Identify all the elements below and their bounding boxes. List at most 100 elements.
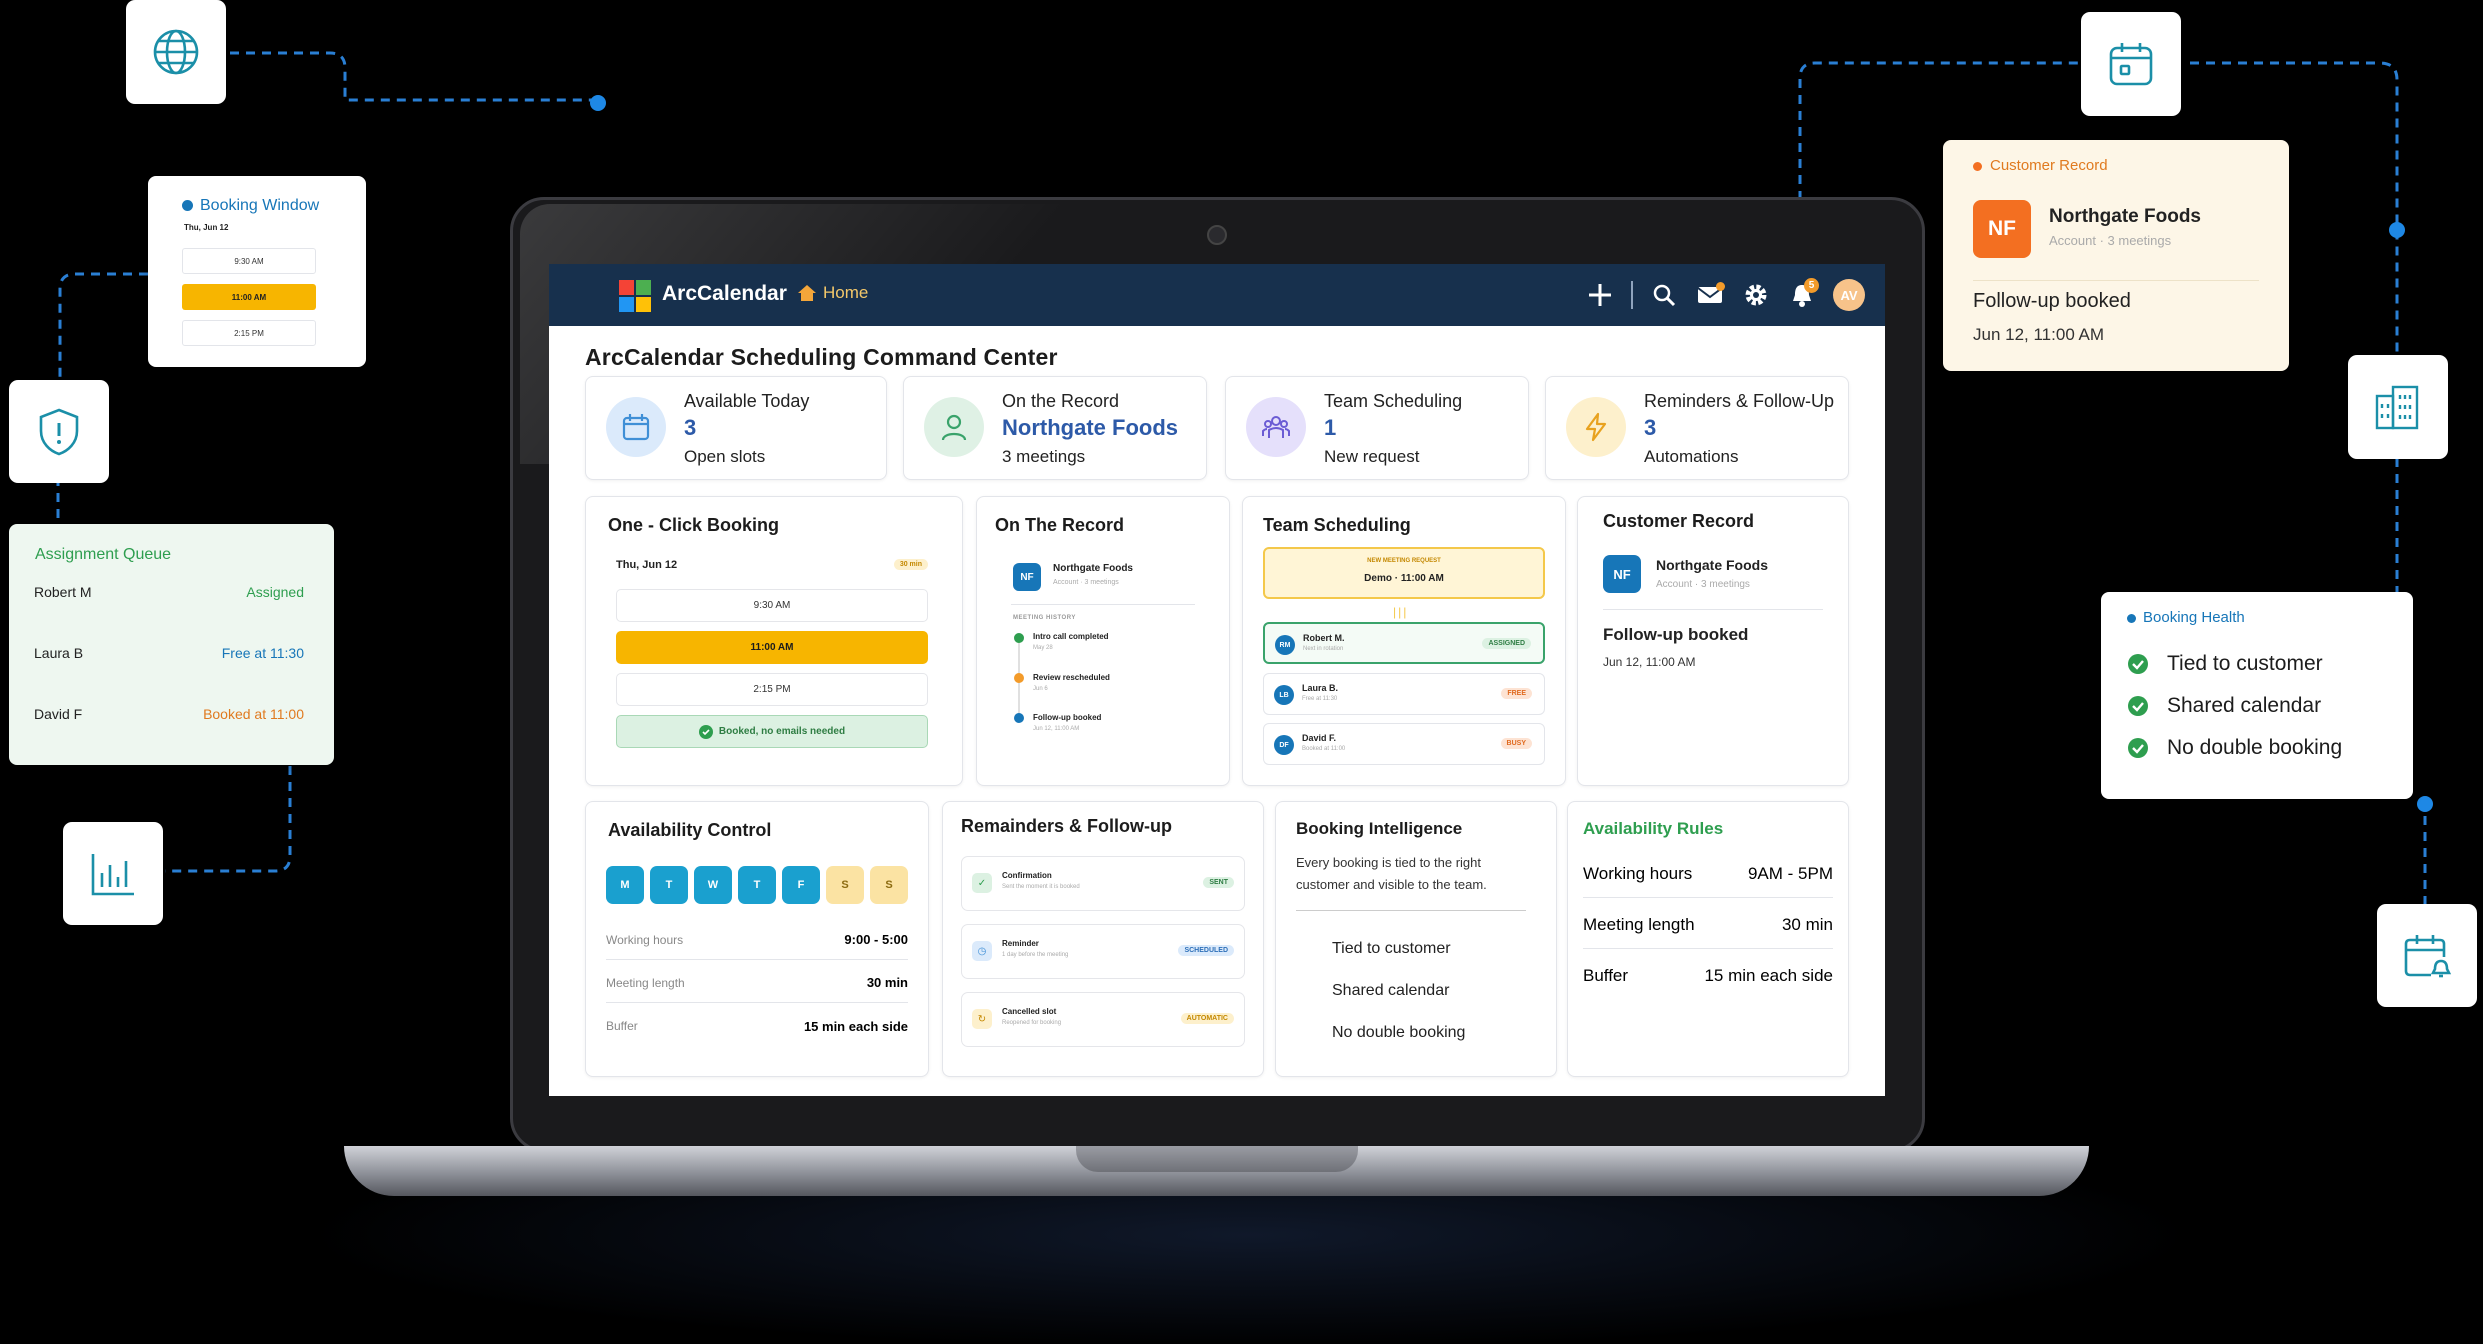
reminder-item[interactable]: ✓ Confirmation Sent the moment it is boo… (961, 856, 1245, 911)
company-initials: NF (1603, 555, 1641, 593)
time-slot[interactable]: 2:15 PM (182, 320, 316, 346)
user-avatar[interactable]: AV (1833, 279, 1865, 311)
event-time: Jun 12, 11:00 AM (1603, 655, 1696, 669)
request-label: NEW MEETING REQUEST (1367, 558, 1441, 564)
rule-key: Working hours (1583, 863, 1693, 883)
card-title: Customer Record (1603, 511, 1755, 531)
customer-card: Customer Record NF Northgate Foods Accou… (1577, 496, 1849, 786)
intel-card: Booking Intelligence Every booking is ti… (1275, 801, 1557, 1077)
day-toggle-tue[interactable]: T (650, 866, 688, 904)
status-badge: ASSIGNED (1482, 638, 1531, 649)
home-link[interactable]: Home (797, 283, 868, 303)
queue-name: Laura B (34, 645, 84, 661)
status-badge: FREE (1501, 688, 1532, 699)
reminder-sub: 1 day before the meeting (1002, 952, 1069, 958)
day-toggle-wed[interactable]: W (694, 866, 732, 904)
card-title: On The Record (995, 515, 1125, 535)
stat-sub: Open slots (684, 447, 766, 466)
bell-icon[interactable]: 5 (1787, 278, 1819, 310)
day-toggle-sun[interactable]: S (870, 866, 908, 904)
company-sub: Account · 3 meetings (2049, 233, 2172, 248)
request-value: Demo · 11:00 AM (1364, 573, 1444, 584)
time-slot[interactable]: 9:30 AM (182, 248, 316, 274)
check-circle-icon (2128, 738, 2148, 758)
day-toggle-mon[interactable]: M (606, 866, 644, 904)
top-nav: ArcCalendar Home 5 AV (549, 264, 1885, 326)
time-slot[interactable]: 2:15 PM (616, 673, 928, 706)
event-title: Follow-up booked (1603, 625, 1749, 644)
gear-icon[interactable] (1741, 280, 1771, 310)
nav-actions: 5 AV (1585, 276, 1865, 314)
rule-row[interactable]: Buffer 15 min each side (1583, 952, 1833, 1000)
member-row[interactable]: RM Robert M. Next in rotation ASSIGNED (1263, 622, 1545, 664)
arccalendar-logo-icon[interactable] (619, 280, 651, 312)
float-assignment-queue: Assignment Queue Robert M Assigned Laura … (9, 524, 334, 765)
card-title: Availability Control (608, 820, 772, 840)
stat-card-team[interactable]: Team Scheduling 1 New request (1225, 376, 1529, 480)
stat-card-reminders[interactable]: Reminders & Follow-Up 3 Automations (1545, 376, 1849, 480)
rule-row[interactable]: Working hours 9AM - 5PM (1583, 850, 1833, 898)
stat-value: 3 (684, 415, 697, 440)
company-sub: Account · 3 meetings (1656, 579, 1750, 590)
setting-row[interactable]: Meeting length 30 min (606, 963, 908, 1003)
check-icon (698, 724, 713, 739)
reminder-title: Confirmation (1002, 871, 1052, 880)
queue-status: Free at 11:30 (221, 645, 304, 661)
day-toggle-thu[interactable]: T (738, 866, 776, 904)
day-toggle-fri[interactable]: F (782, 866, 820, 904)
rule-row[interactable]: Meeting length 30 min (1583, 901, 1833, 949)
user-icon (924, 397, 984, 457)
mail-icon[interactable] (1695, 280, 1725, 310)
meeting-request[interactable]: NEW MEETING REQUEST Demo · 11:00 AM (1263, 547, 1545, 599)
member-sub: Free at 11:30 (1302, 696, 1338, 702)
reminder-sub: Sent the moment it is booked (1002, 884, 1080, 890)
laptop-notch (1076, 1146, 1358, 1172)
stat-value: 3 (1644, 415, 1657, 440)
event-sub: May 28 (1033, 645, 1053, 651)
building-icon (2348, 355, 2448, 459)
queue-status: Assigned (246, 584, 304, 600)
stat-card-record[interactable]: On the Record Northgate Foods 3 meetings (903, 376, 1207, 480)
brand-name[interactable]: ArcCalendar (662, 282, 787, 306)
setting-row[interactable]: Buffer 15 min each side (606, 1006, 908, 1046)
reminder-title: Cancelled slot (1002, 1007, 1057, 1016)
add-icon[interactable] (1585, 280, 1615, 310)
queue-row[interactable]: David F Booked at 11:00 (34, 706, 304, 722)
queue-row[interactable]: Robert M Assigned (34, 584, 304, 600)
search-icon[interactable] (1649, 280, 1679, 310)
confirmation-text: Booked, no emails needed (718, 726, 846, 737)
timeline-dot (1014, 673, 1024, 683)
health-item: No double booking (2127, 736, 2342, 760)
check-circle-icon (2128, 696, 2148, 716)
member-avatar: LB (1274, 685, 1294, 705)
event-title: Follow-up booked (1033, 713, 1102, 722)
reminder-item[interactable]: ◷ Reminder 1 day before the meeting SCHE… (961, 924, 1245, 979)
company-name: Northgate Foods (1656, 557, 1768, 573)
time-slot-selected[interactable]: 11:00 AM (616, 631, 928, 664)
company-initials: NF (1973, 200, 2031, 258)
member-name: David F. (1302, 733, 1337, 743)
card-title: Booking Intelligence (1296, 819, 1463, 838)
setting-row[interactable]: Working hours 9:00 - 5:00 (606, 920, 908, 960)
health-label: Tied to customer (2167, 652, 2323, 675)
status-dot (1973, 162, 1982, 171)
booking-date: Thu, Jun 12 (616, 559, 678, 571)
webcam (1207, 225, 1227, 245)
setting-key: Working hours (606, 932, 684, 947)
booking-card: One - Click Booking Thu, Jun 12 30 min 9… (585, 496, 963, 786)
card-title: Remainders & Follow-up (961, 816, 1173, 836)
queue-row[interactable]: Laura B Free at 11:30 (34, 645, 304, 661)
float-title: Customer Record (1990, 157, 2108, 174)
time-slot-selected[interactable]: 11:00 AM (182, 284, 316, 310)
reminder-item[interactable]: ↻ Cancelled slot Reopened for booking AU… (961, 992, 1245, 1047)
member-row[interactable]: LB Laura B. Free at 11:30 FREE (1263, 673, 1545, 715)
member-avatar: RM (1275, 635, 1295, 655)
stat-label: Team Scheduling (1324, 391, 1463, 411)
company-name: Northgate Foods (1053, 563, 1133, 574)
time-slot[interactable]: 9:30 AM (616, 589, 928, 622)
member-row[interactable]: DF David F. Booked at 11:00 BUSY (1263, 723, 1545, 765)
day-toggle-sat[interactable]: S (826, 866, 864, 904)
shield-icon (9, 380, 109, 483)
card-title: One - Click Booking (608, 515, 780, 535)
stat-card-available[interactable]: Available Today 3 Open slots (585, 376, 887, 480)
